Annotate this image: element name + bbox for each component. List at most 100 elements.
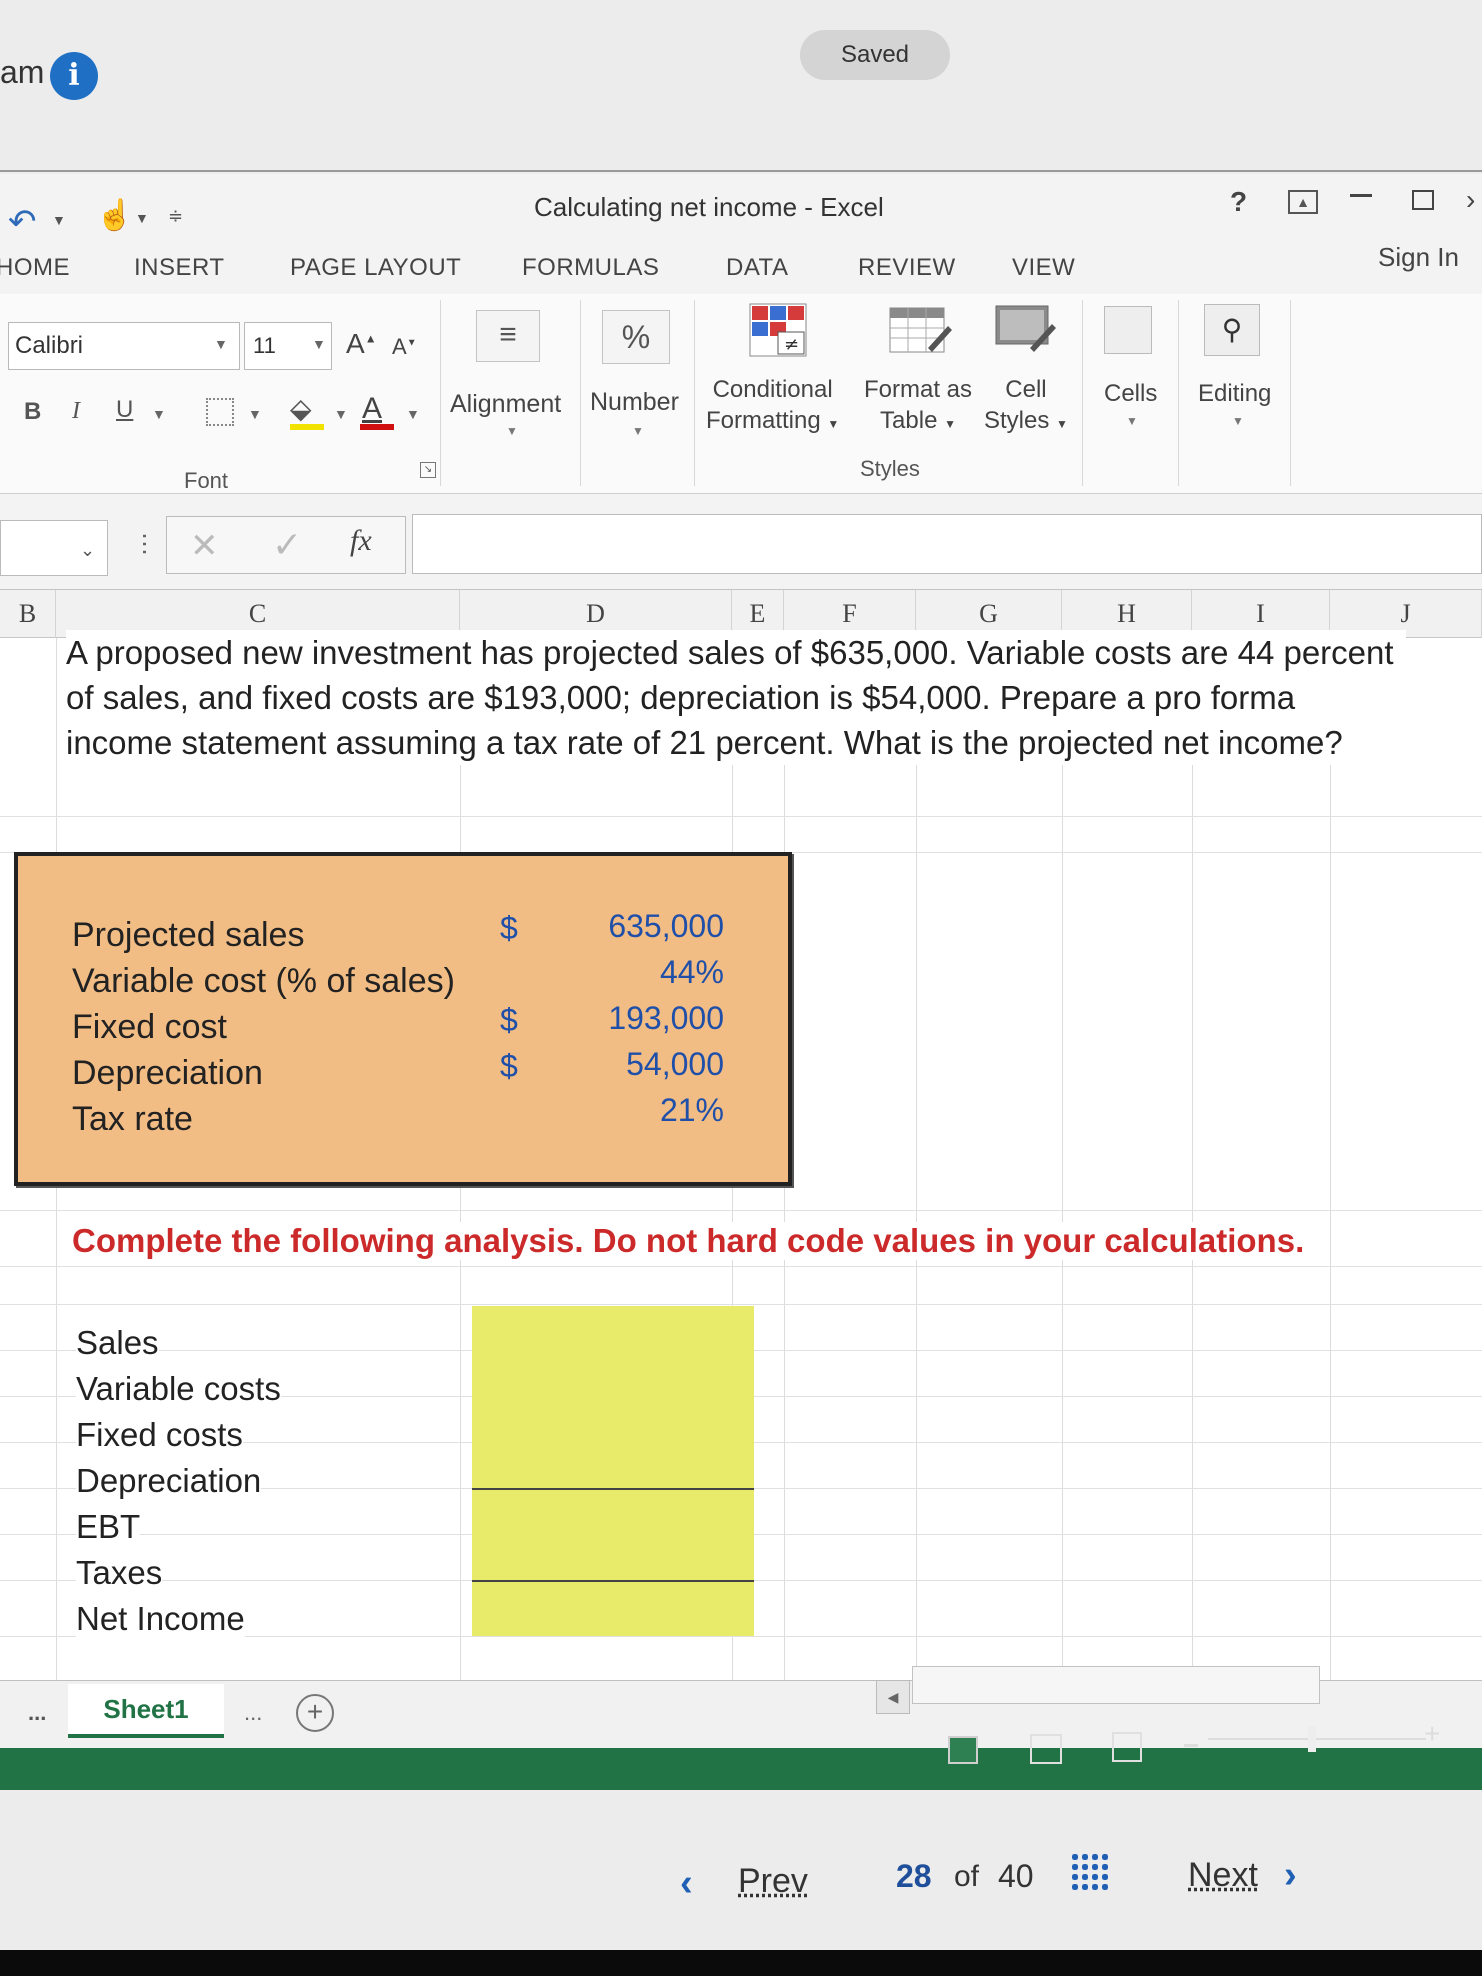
- alignment-icon[interactable]: ≡: [476, 310, 540, 362]
- answer-cell-variable-costs[interactable]: [472, 1352, 754, 1398]
- tab-formulas[interactable]: FORMULAS: [522, 254, 659, 282]
- tab-data[interactable]: DATA: [726, 254, 788, 282]
- more-icon[interactable]: ⋯: [130, 532, 158, 556]
- sheet-tab-sheet1[interactable]: Sheet1: [68, 1684, 224, 1738]
- undo-icon[interactable]: ↶: [8, 202, 37, 242]
- gridline: [916, 638, 917, 1680]
- page-break-view-icon[interactable]: [1112, 1732, 1142, 1762]
- close-icon[interactable]: ›: [1466, 184, 1475, 216]
- chevron-down-icon[interactable]: ▼: [334, 406, 348, 422]
- bold-button[interactable]: B: [24, 398, 41, 426]
- saved-status: Saved: [800, 30, 950, 80]
- answer-cell-depreciation[interactable]: [472, 1444, 754, 1490]
- chevron-down-icon[interactable]: ▼: [632, 424, 644, 438]
- tab-review[interactable]: REVIEW: [858, 254, 956, 282]
- tab-view[interactable]: VIEW: [1012, 254, 1075, 282]
- answer-cell-ebt[interactable]: [472, 1490, 754, 1536]
- given-label: Variable cost (% of sales): [72, 962, 455, 1000]
- sign-in-link[interactable]: Sign In: [1378, 242, 1459, 273]
- analysis-label: EBT: [76, 1508, 141, 1546]
- format-as-table-icon[interactable]: [888, 304, 952, 356]
- chevron-down-icon[interactable]: ▼: [1126, 414, 1138, 428]
- tab-home[interactable]: HOME: [0, 254, 70, 282]
- enter-check-icon[interactable]: ✓: [272, 524, 302, 566]
- info-icon[interactable]: i: [50, 52, 98, 100]
- column-header-b[interactable]: B: [0, 590, 56, 638]
- answer-cell-fixed-costs[interactable]: [472, 1398, 754, 1444]
- chevron-down-icon: ▼: [827, 417, 840, 431]
- analysis-label: Sales: [76, 1324, 159, 1362]
- increase-font-size-icon[interactable]: A▲: [346, 328, 377, 360]
- chevron-down-icon[interactable]: ▼: [248, 406, 262, 422]
- horizontal-scrollbar[interactable]: [912, 1666, 1320, 1704]
- tab-insert[interactable]: INSERT: [134, 254, 225, 282]
- grid-menu-icon[interactable]: [1070, 1852, 1110, 1892]
- customize-toolbar-icon[interactable]: ≑: [168, 206, 183, 227]
- chevron-down-icon[interactable]: ▼: [152, 406, 166, 422]
- dialog-launcher-icon[interactable]: ↘: [420, 462, 436, 478]
- ribbon-separator: [580, 300, 581, 486]
- cell-styles-button[interactable]: Cell Styles ▼: [984, 374, 1068, 440]
- alignment-button[interactable]: Alignment: [450, 390, 561, 419]
- chevron-down-icon[interactable]: ▼: [214, 336, 228, 352]
- given-value[interactable]: 44%: [660, 954, 724, 991]
- chevron-down-icon[interactable]: ▼: [506, 424, 518, 438]
- fill-color-icon[interactable]: ⬙: [290, 392, 312, 425]
- italic-button[interactable]: I: [72, 398, 80, 425]
- cells-icon[interactable]: [1104, 306, 1152, 354]
- zoom-slider-thumb[interactable]: [1308, 1726, 1316, 1752]
- restore-icon[interactable]: [1412, 190, 1434, 210]
- decrease-font-size-icon[interactable]: A▼: [392, 334, 417, 360]
- given-value[interactable]: 54,000: [626, 1046, 724, 1083]
- formula-input[interactable]: [412, 514, 1482, 574]
- chevron-down-icon[interactable]: ⌄: [80, 540, 95, 561]
- given-value[interactable]: 635,000: [608, 908, 724, 945]
- borders-icon[interactable]: [206, 398, 234, 426]
- undo-dropdown-icon[interactable]: ▼: [52, 212, 66, 228]
- answer-cell-net-income[interactable]: [472, 1582, 754, 1628]
- ribbon-display-options-icon[interactable]: ▲: [1288, 190, 1318, 214]
- editing-button[interactable]: Editing: [1198, 378, 1271, 409]
- prev-button[interactable]: Prev: [738, 1862, 808, 1901]
- tab-page-layout[interactable]: PAGE LAYOUT: [290, 254, 461, 282]
- cells-button[interactable]: Cells: [1104, 378, 1157, 409]
- given-label: Tax rate: [72, 1100, 193, 1138]
- chevron-down-icon[interactable]: ▼: [312, 336, 326, 352]
- scroll-left-icon[interactable]: ◀: [876, 1680, 910, 1714]
- number-button[interactable]: Number: [590, 388, 679, 417]
- underline-button[interactable]: U: [116, 396, 133, 424]
- minimize-icon[interactable]: [1350, 194, 1372, 197]
- sheet-more[interactable]: ...: [244, 1700, 262, 1726]
- format-as-table-button[interactable]: Format as Table ▼: [864, 374, 972, 440]
- answer-cell-sales[interactable]: [472, 1306, 754, 1352]
- worksheet-grid[interactable]: B C D E F G H I J A proposed new investm…: [0, 590, 1482, 1680]
- zoom-slider[interactable]: [1208, 1738, 1426, 1740]
- conditional-formatting-icon[interactable]: ≠: [748, 302, 808, 358]
- binoculars-icon[interactable]: ⚲: [1204, 304, 1260, 356]
- chevron-left-icon[interactable]: ‹: [680, 1862, 693, 1905]
- given-value[interactable]: 21%: [660, 1092, 724, 1129]
- conditional-formatting-button[interactable]: Conditional Formatting ▼: [706, 374, 839, 440]
- chevron-down-icon[interactable]: ▼: [1232, 414, 1244, 428]
- given-value[interactable]: 193,000: [608, 1000, 724, 1037]
- touch-dropdown-icon[interactable]: ▼: [135, 210, 149, 226]
- font-name-select[interactable]: Calibri: [8, 322, 240, 370]
- number-format-icon[interactable]: %: [602, 310, 670, 364]
- page-layout-view-icon[interactable]: [1030, 1734, 1062, 1764]
- add-sheet-icon[interactable]: +: [296, 1694, 334, 1732]
- cell-styles-icon[interactable]: [994, 302, 1056, 356]
- font-color-icon[interactable]: A: [362, 392, 382, 426]
- next-button[interactable]: Next: [1188, 1856, 1258, 1895]
- help-icon[interactable]: ?: [1230, 186, 1247, 218]
- gridline: [0, 1266, 1482, 1267]
- chevron-down-icon[interactable]: ▼: [406, 406, 420, 422]
- zoom-in-icon[interactable]: +: [1424, 1718, 1440, 1750]
- normal-view-icon[interactable]: [948, 1736, 978, 1764]
- touch-mode-icon[interactable]: ☝: [96, 198, 133, 233]
- answer-cell-taxes[interactable]: [472, 1536, 754, 1582]
- chevron-right-icon[interactable]: ›: [1284, 1854, 1297, 1897]
- cancel-icon[interactable]: ✕: [190, 526, 219, 566]
- insert-function-icon[interactable]: fx: [350, 524, 372, 558]
- sheet-nav-more[interactable]: ...: [28, 1700, 46, 1726]
- zoom-out-icon[interactable]: [1184, 1744, 1198, 1747]
